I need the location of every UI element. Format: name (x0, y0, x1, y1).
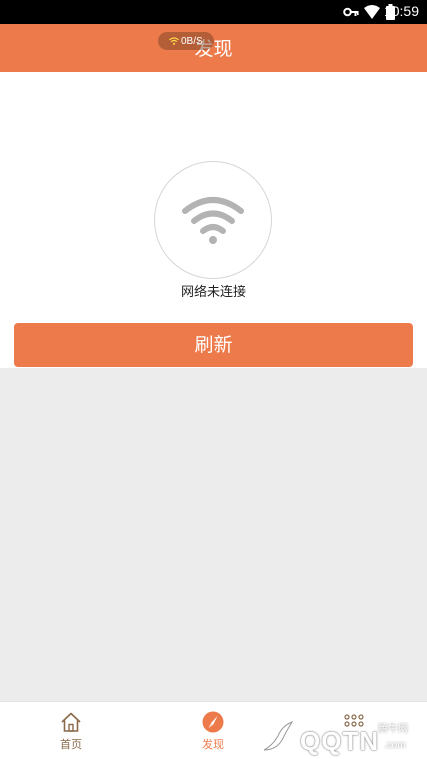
header: 发现 0B/S (0, 24, 427, 72)
bottom-nav: 首页 发现 (0, 701, 427, 759)
status-time: 10:59 (383, 3, 419, 19)
speed-badge: 0B/S (158, 32, 214, 50)
status-bar: 10:59 (0, 0, 427, 24)
speed-text: 0B/S (181, 35, 203, 47)
nav-label-home: 首页 (60, 738, 82, 751)
nav-item-home[interactable]: 首页 (21, 702, 121, 759)
network-status-text: 网络未连接 (180, 285, 246, 300)
compass-icon (202, 711, 224, 733)
home-icon (61, 712, 81, 732)
more-dots-icon (344, 714, 364, 727)
nav-item-discover[interactable]: 发现 (163, 702, 263, 759)
wifi-icon (182, 197, 244, 244)
key-icon (343, 7, 359, 17)
nav-item-more[interactable] (304, 702, 404, 759)
refresh-button[interactable]: 刷新 (14, 323, 413, 367)
main-content: 网络未连接 刷新 (0, 72, 427, 368)
wifi-signal-icon (364, 5, 380, 19)
network-status-circle (154, 161, 272, 279)
wifi-small-icon (169, 37, 179, 45)
nav-label-discover: 发现 (202, 738, 224, 751)
